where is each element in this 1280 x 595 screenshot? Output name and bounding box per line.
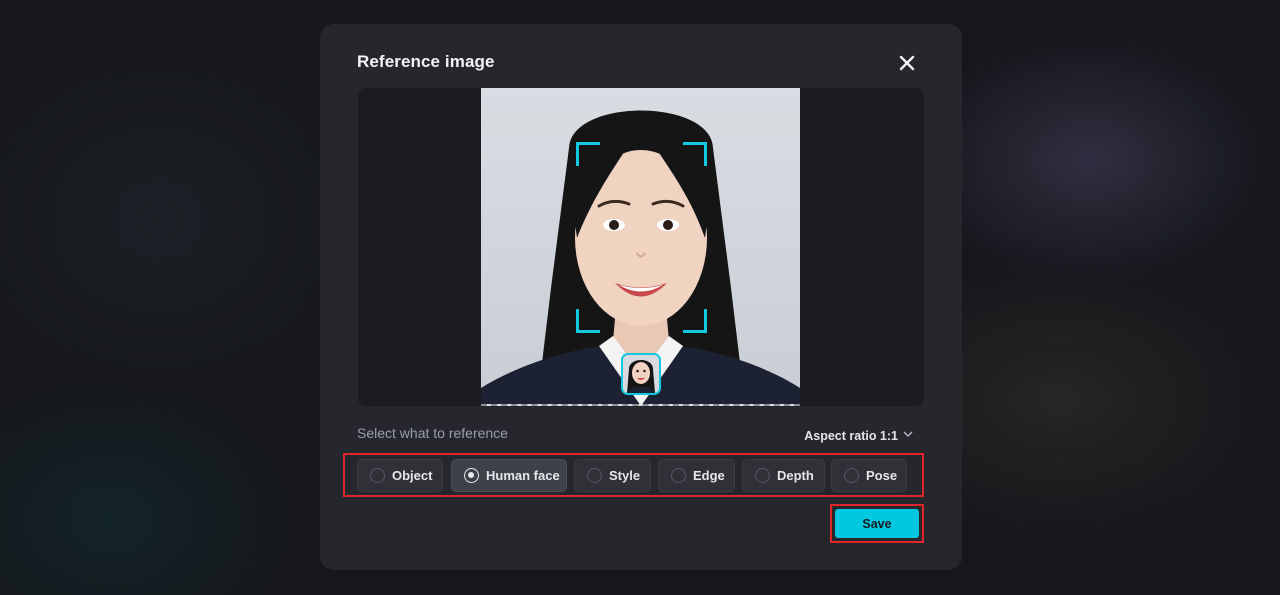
close-icon[interactable] xyxy=(896,52,918,74)
select-reference-label: Select what to reference xyxy=(357,425,508,441)
option-depth[interactable]: Depth xyxy=(742,459,825,492)
image-preview xyxy=(358,88,924,406)
option-edge[interactable]: Edge xyxy=(658,459,735,492)
aspect-ratio-label: Aspect ratio 1:1 xyxy=(804,428,898,443)
face-detection-frame xyxy=(576,142,707,333)
reference-photo xyxy=(481,88,800,406)
option-label: Style xyxy=(609,468,641,483)
option-label: Object xyxy=(392,468,433,483)
option-label: Edge xyxy=(693,468,725,483)
option-style[interactable]: Style xyxy=(574,459,651,492)
option-human-face[interactable]: Human face xyxy=(451,459,567,492)
save-button[interactable]: Save xyxy=(835,509,919,538)
chevron-down-icon xyxy=(902,428,914,443)
reference-options-group: Object Human face Style Edge Depth Pose xyxy=(343,453,924,497)
radio-icon xyxy=(587,468,602,483)
modal-title: Reference image xyxy=(357,52,495,71)
radio-icon xyxy=(844,468,859,483)
option-label: Depth xyxy=(777,468,814,483)
option-object[interactable]: Object xyxy=(357,459,443,492)
aspect-ratio-dropdown[interactable]: Aspect ratio 1:1 xyxy=(804,428,914,443)
reference-image-modal: Reference image Select what to reference… xyxy=(320,24,962,570)
radio-icon xyxy=(671,468,686,483)
option-label: Pose xyxy=(866,468,898,483)
option-label: Human face xyxy=(486,468,560,483)
face-thumbnail[interactable] xyxy=(621,353,661,395)
radio-icon xyxy=(755,468,770,483)
radio-icon xyxy=(370,468,385,483)
save-button-highlight: Save xyxy=(830,504,924,543)
option-pose[interactable]: Pose xyxy=(831,459,907,492)
radio-selected-icon xyxy=(464,468,479,483)
